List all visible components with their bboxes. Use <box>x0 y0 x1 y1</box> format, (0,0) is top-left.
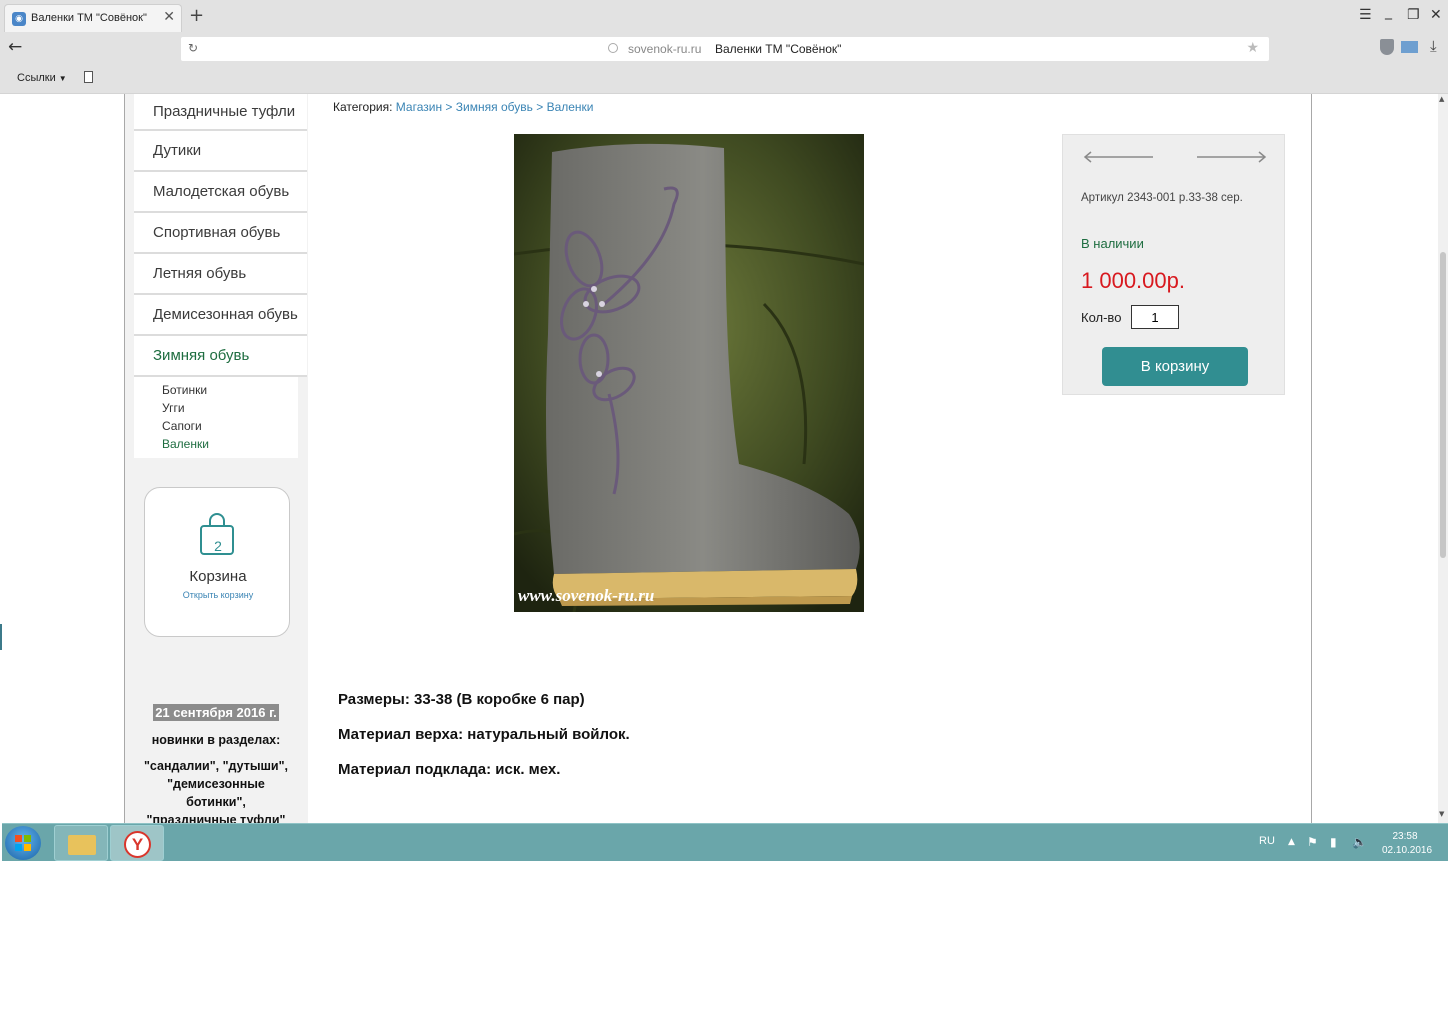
tab-strip: ◉ Валенки ТМ "Совёнок" ✕ + ☰ _ ❐ ✕ <box>0 0 1448 34</box>
cart-widget[interactable]: 2 Корзина Открыть корзину <box>144 487 290 637</box>
windows-logo-icon <box>15 835 31 851</box>
breadcrumb-separator: > <box>536 100 544 114</box>
browser-menu-icon[interactable]: ☰ <box>1359 7 1372 23</box>
edge-marker <box>0 624 2 650</box>
product-specs: Размеры: 33-38 (В коробке 6 пар) Материа… <box>338 691 630 796</box>
cart-count: 2 <box>214 538 222 554</box>
stock-status: В наличии <box>1081 236 1144 251</box>
tray-expand-icon[interactable]: ▲ <box>1288 837 1295 847</box>
file-icon[interactable] <box>84 71 93 83</box>
quantity-input[interactable] <box>1131 305 1179 329</box>
taskbar-explorer[interactable] <box>54 825 108 861</box>
scroll-up-icon[interactable]: ▲ <box>1439 95 1444 103</box>
clock-time: 23:58 <box>1392 831 1418 842</box>
bookmark-links-label: Ссылки <box>17 72 56 84</box>
menu-item-sport-shoes[interactable]: Спортивная обувь <box>134 213 307 254</box>
breadcrumb-separator: > <box>445 100 453 114</box>
browser-tab[interactable]: ◉ Валенки ТМ "Совёнок" ✕ <box>4 4 182 32</box>
news-line: "демисезонные <box>167 777 265 791</box>
mail-icon[interactable] <box>1401 41 1418 53</box>
close-window-icon[interactable]: ✕ <box>1430 7 1442 23</box>
news-line: новинки в разделах: <box>151 733 281 747</box>
menu-item-toddler-shoes[interactable]: Малодетская обувь <box>134 172 307 213</box>
menu-item-winter-shoes[interactable]: Зимняя обувь <box>134 336 307 377</box>
bookmarks-bar: Ссылки ▼ <box>0 64 1448 94</box>
cart-title: Корзина <box>189 568 247 585</box>
minimize-icon[interactable]: _ <box>1385 4 1392 20</box>
clock-date: 02.10.2016 <box>1382 845 1433 856</box>
screen: ◉ Валенки ТМ "Совёнок" ✕ + ☰ _ ❐ ✕ ← ↻ s… <box>0 0 1448 1024</box>
folder-icon <box>68 835 96 855</box>
news-line: ботинки", <box>186 795 246 809</box>
url-page-title: Валенки ТМ "Совёнок" <box>715 42 842 56</box>
winter-submenu: Ботинки Угги Сапоги Валенки <box>134 377 298 458</box>
flag-icon[interactable]: ⚑ <box>1307 835 1318 849</box>
product-photo[interactable]: www.sovenok-ru.ru <box>514 134 864 612</box>
address-bar: ← ↻ sovenok-ru.ru Валенки ТМ "Совёнок" ★… <box>0 34 1448 64</box>
owl-favicon-icon: ◉ <box>12 12 26 26</box>
volume-icon[interactable]: 🔈 <box>1352 835 1367 849</box>
submenu-item-high-boots[interactable]: Сапоги <box>162 417 298 435</box>
menu-item-summer-shoes[interactable]: Летняя обувь <box>134 254 307 295</box>
menu-item-duvet-boots[interactable]: Дутики <box>134 131 307 172</box>
breadcrumb-valenki[interactable]: Валенки <box>547 100 594 114</box>
battery-icon[interactable]: ▮ <box>1330 835 1337 849</box>
product-sku: Артикул 2343-001 р.33-38 сер. <box>1081 192 1243 204</box>
product-price: 1 000.00р. <box>1081 268 1185 293</box>
clock[interactable]: 23:58 02.10.2016 <box>1382 830 1433 858</box>
bookmark-links-menu[interactable]: Ссылки ▼ <box>17 72 67 84</box>
page-scrollbar[interactable]: ▲ ▼ <box>1438 94 1448 823</box>
breadcrumb-shop[interactable]: Магазин <box>396 100 442 114</box>
submenu-item-boots[interactable]: Ботинки <box>162 381 298 399</box>
start-button[interactable] <box>5 826 41 860</box>
photo-watermark: www.sovenok-ru.ru <box>518 586 655 605</box>
next-arrow-icon[interactable] <box>1195 151 1267 163</box>
bookmark-star-icon[interactable]: ★ <box>1246 40 1259 56</box>
download-icon[interactable]: ⤓ <box>1430 37 1437 55</box>
submenu-item-valenki[interactable]: Валенки <box>162 435 298 453</box>
reload-icon[interactable]: ↻ <box>188 41 198 55</box>
breadcrumb: Категория: Магазин > Зимняя обувь > Вале… <box>333 100 594 114</box>
spec-upper-material: Материал верха: натуральный войлок. <box>338 726 630 743</box>
news-line: "праздничные туфли" <box>146 813 286 823</box>
site-info-icon[interactable] <box>608 43 618 53</box>
new-tab-button[interactable]: + <box>189 5 204 26</box>
open-cart-link[interactable]: Открыть корзину <box>145 590 291 600</box>
protect-shield-icon[interactable] <box>1380 39 1394 55</box>
breadcrumb-label: Категория: <box>333 100 393 114</box>
quantity-label: Кол-во <box>1081 310 1122 325</box>
spec-sizes: Размеры: 33-38 (В коробке 6 пар) <box>338 691 585 708</box>
taskbar-yandex-browser[interactable]: Y <box>110 825 164 861</box>
prev-arrow-icon[interactable] <box>1083 151 1155 163</box>
category-menu: Праздничные туфли Дутики Малодетская обу… <box>134 94 307 458</box>
spec-lining-material: Материал подклада: иск. мех. <box>338 761 561 778</box>
url-field[interactable]: ↻ sovenok-ru.ru Валенки ТМ "Совёнок" ★ <box>181 37 1269 61</box>
restore-icon[interactable]: ❐ <box>1407 7 1420 23</box>
page-border-right <box>1311 94 1312 823</box>
taskbar: Y RU ▲ ⚑ ▮ 🔈 23:58 02.10.2016 <box>2 823 1448 861</box>
tab-title: Валенки ТМ "Совёнок" <box>31 12 147 24</box>
news-date: 21 сентября 2016 г. <box>153 704 279 721</box>
menu-item-demiseason-shoes[interactable]: Демисезонная обувь <box>134 295 307 336</box>
close-tab-icon[interactable]: ✕ <box>163 9 175 25</box>
scroll-down-icon[interactable]: ▼ <box>1439 810 1444 818</box>
url-domain: sovenok-ru.ru <box>628 42 702 56</box>
back-arrow-icon[interactable]: ← <box>8 37 22 57</box>
scrollbar-thumb[interactable] <box>1440 252 1446 558</box>
language-indicator[interactable]: RU <box>1259 835 1275 847</box>
yandex-browser-icon: Y <box>124 831 151 858</box>
news-block: 21 сентября 2016 г. новинки в разделах: … <box>134 704 298 823</box>
caret-down-icon: ▼ <box>58 74 67 83</box>
submenu-item-uggs[interactable]: Угги <box>162 399 298 417</box>
felt-boot-image <box>514 134 864 612</box>
news-line: "сандалии", "дутыши", <box>143 759 289 773</box>
buy-panel: Артикул 2343-001 р.33-38 сер. В наличии … <box>1062 134 1285 395</box>
page-viewport: Праздничные туфли Дутики Малодетская обу… <box>0 94 1438 823</box>
breadcrumb-winter-shoes[interactable]: Зимняя обувь <box>456 100 533 114</box>
add-to-cart-button[interactable]: В корзину <box>1102 347 1248 386</box>
menu-item-holiday-shoes[interactable]: Праздничные туфли <box>134 94 307 131</box>
